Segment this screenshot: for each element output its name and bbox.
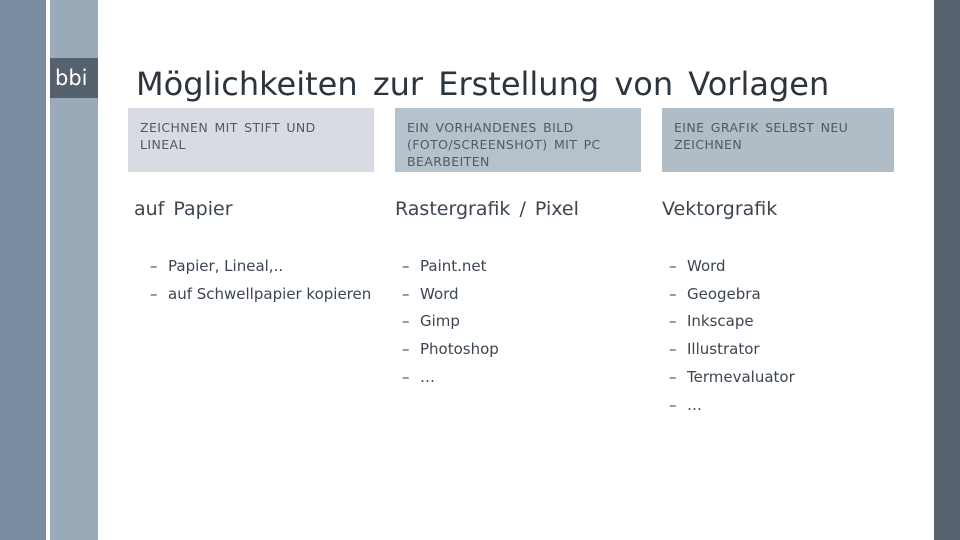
list-item: – Papier, Lineal,.. — [150, 253, 374, 281]
bullet-dash-icon: – — [669, 284, 677, 303]
column-caption-box: ZEICHNEN MIT STIFT UND LINEAL — [128, 108, 374, 172]
list-item-label: Illustrator — [687, 340, 760, 359]
column-bullet-list: – Paint.net – Word – Gimp – Photoshop – — [395, 253, 641, 392]
list-item-label: Word — [687, 256, 726, 275]
bullet-dash-icon: – — [669, 340, 677, 359]
list-item-label: auf Schwellpapier kopieren — [168, 284, 372, 303]
column-caption-box: EINE GRAFIK SELBST NEU ZEICHNEN — [662, 108, 894, 172]
bullet-dash-icon: – — [669, 312, 677, 331]
bullet-dash-icon: – — [150, 256, 158, 275]
list-item-label: Word — [420, 284, 459, 303]
logo: bbi — [50, 58, 98, 98]
list-item-label: Paint.net — [420, 256, 487, 275]
list-item-label: Termevaluator — [687, 367, 795, 386]
column-bullet-list: – Papier, Lineal,.. – auf Schwellpapier … — [128, 253, 374, 309]
list-item: – Termevaluator — [669, 364, 894, 392]
list-item-label: Inkscape — [687, 312, 754, 331]
column-caption-box: EIN VORHANDENES BILD (FOTO/SCREENSHOT) M… — [395, 108, 641, 172]
list-item: – Geogebra — [669, 281, 894, 309]
page-title: Möglichkeiten zur Erstellung von Vorlage… — [136, 65, 830, 104]
column-draw-new-graphic: EINE GRAFIK SELBST NEU ZEICHNEN Vektorgr… — [662, 108, 894, 419]
column-caption: EIN VORHANDENES BILD (FOTO/SCREENSHOT) M… — [407, 120, 601, 169]
list-item: – auf Schwellpapier kopieren — [150, 281, 374, 309]
bullet-dash-icon: – — [150, 284, 158, 303]
bullet-dash-icon: – — [402, 340, 410, 359]
bullet-dash-icon: – — [402, 256, 410, 275]
list-item-label: … — [420, 367, 435, 386]
decorative-bar-left-outer — [0, 0, 46, 540]
list-item: – Inkscape — [669, 308, 894, 336]
list-item: – … — [402, 364, 641, 392]
list-item: – Paint.net — [402, 253, 641, 281]
bullet-dash-icon: – — [669, 367, 677, 386]
list-item-label: Gimp — [420, 312, 460, 331]
bullet-dash-icon: – — [669, 256, 677, 275]
logo-text: bbi — [55, 65, 88, 90]
list-item: – … — [669, 392, 894, 420]
column-bullet-list: – Word – Geogebra – Inkscape – Illustrat… — [662, 253, 894, 420]
slide-canvas: bbi Möglichkeiten zur Erstellung von Vor… — [0, 0, 960, 540]
bullet-dash-icon: – — [669, 395, 677, 414]
list-item: – Photoshop — [402, 336, 641, 364]
column-edit-existing-image: EIN VORHANDENES BILD (FOTO/SCREENSHOT) M… — [395, 108, 641, 392]
column-subheading: Vektorgrafik — [662, 198, 778, 220]
column-caption: EINE GRAFIK SELBST NEU ZEICHNEN — [674, 120, 849, 152]
columns-container: ZEICHNEN MIT STIFT UND LINEAL auf Papier… — [128, 108, 896, 508]
column-subheading: Rastergrafik / Pixel — [395, 198, 579, 220]
column-pencil-and-ruler: ZEICHNEN MIT STIFT UND LINEAL auf Papier… — [128, 108, 374, 308]
bullet-dash-icon: – — [402, 284, 410, 303]
list-item-label: … — [687, 395, 702, 414]
list-item-label: Geogebra — [687, 284, 761, 303]
bullet-dash-icon: – — [402, 367, 410, 386]
list-item: – Word — [402, 281, 641, 309]
list-item-label: Photoshop — [420, 340, 499, 359]
list-item: – Illustrator — [669, 336, 894, 364]
column-subheading: auf Papier — [134, 198, 233, 220]
list-item: – Word — [669, 253, 894, 281]
list-item-label: Papier, Lineal,.. — [168, 256, 284, 275]
bullet-dash-icon: – — [402, 312, 410, 331]
column-caption: ZEICHNEN MIT STIFT UND LINEAL — [140, 120, 316, 152]
decorative-bar-right — [934, 0, 960, 540]
list-item: – Gimp — [402, 308, 641, 336]
